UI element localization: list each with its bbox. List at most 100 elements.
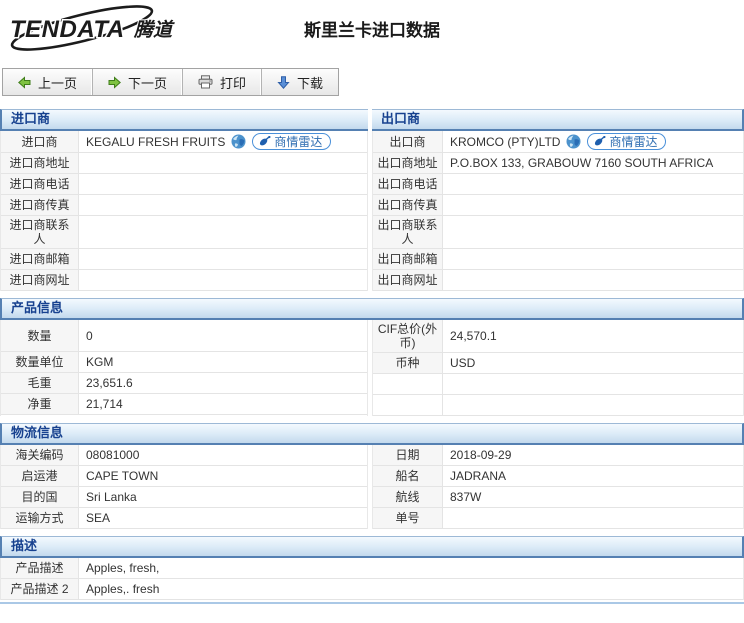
globe-icon[interactable] <box>231 134 246 149</box>
field-value: 08081000 <box>86 448 140 462</box>
field-value <box>79 174 367 194</box>
field-value <box>443 270 743 290</box>
field-value: Apples, fresh, <box>86 561 160 575</box>
table-row: 目的国 Sri Lanka <box>1 487 367 508</box>
page-title: 斯里兰卡进口数据 <box>304 21 440 40</box>
field-label: 海关编码 <box>1 445 79 465</box>
download-label: 下载 <box>297 75 324 91</box>
field-value: 2018-09-29 <box>450 448 512 462</box>
field-label: 净重 <box>1 394 79 414</box>
table-row: 出口商 KROMCO (PTY)LTD 商情雷达 <box>373 131 743 153</box>
table-row: 数量单位 KGM <box>1 352 367 373</box>
field-value <box>443 395 743 415</box>
field-value: KROMCO (PTY)LTD 商情雷达 <box>443 131 743 152</box>
field-value <box>443 174 743 194</box>
field-label <box>373 395 443 415</box>
logistics-section-header: 物流信息 <box>0 423 744 445</box>
prev-page-button[interactable]: 上一页 <box>3 69 94 95</box>
table-row: 出口商邮箱 <box>373 249 743 270</box>
table-row: 日期 2018-09-29 <box>373 445 743 466</box>
table-row: 进口商联系人 <box>1 216 367 249</box>
field-label: 数量单位 <box>1 352 79 372</box>
arrow-down-icon <box>277 75 290 89</box>
table-row: 单号 <box>373 508 743 529</box>
table-row: 进口商传真 <box>1 195 367 216</box>
print-button[interactable]: 打印 <box>183 69 263 95</box>
field-value <box>79 216 367 248</box>
table-row: 毛重 23,651.6 <box>1 373 367 394</box>
exporter-panel: 出口商 出口商 KROMCO (PTY)LTD 商情雷达 出口商地址 P.O.B… <box>372 109 744 291</box>
field-value: P.O.BOX 133, GRABOUW 7160 SOUTH AFRICA <box>450 156 714 170</box>
field-label: 出口商邮箱 <box>373 249 443 269</box>
table-row: 航线 837W <box>373 487 743 508</box>
table-row: CIF总价(外币) 24,570.1 <box>373 320 743 353</box>
field-value: JADRANA <box>450 469 507 483</box>
exporter-section-header: 出口商 <box>372 109 744 131</box>
table-row <box>373 374 743 395</box>
table-row: 进口商网址 <box>1 270 367 291</box>
radar-badge-label: 商情雷达 <box>274 134 323 149</box>
table-row: 产品描述 2 Apples,. fresh <box>1 579 743 600</box>
field-label: 出口商联系人 <box>373 216 443 248</box>
field-value: 23,651.6 <box>86 376 133 390</box>
radar-badge-label: 商情雷达 <box>609 134 658 149</box>
field-value: 24,570.1 <box>450 329 497 343</box>
field-label: 单号 <box>373 508 443 528</box>
field-value: Apples,. fresh <box>86 582 160 596</box>
table-row: 船名 JADRANA <box>373 466 743 487</box>
field-label: 目的国 <box>1 487 79 507</box>
product-section-header: 产品信息 <box>0 298 744 320</box>
field-label: 船名 <box>373 466 443 486</box>
field-label: 出口商传真 <box>373 195 443 215</box>
radar-dish-icon <box>595 136 606 146</box>
product-table-right: CIF总价(外币) 24,570.1 币种 USD <box>372 320 744 416</box>
field-value: SEA <box>86 511 111 525</box>
table-row: 数量 0 <box>1 320 367 352</box>
field-label: 进口商电话 <box>1 174 79 194</box>
section-parties: 进口商 进口商 KEGALU FRESH FRUITS 商情雷达 进口商地址 进… <box>0 109 744 291</box>
exporter-name-text: KROMCO (PTY)LTD <box>450 134 561 149</box>
field-value: Sri Lanka <box>86 490 137 504</box>
table-row <box>373 395 743 416</box>
next-page-button[interactable]: 下一页 <box>93 69 184 95</box>
table-row: 出口商联系人 <box>373 216 743 249</box>
field-value <box>443 216 743 248</box>
importer-name-text: KEGALU FRESH FRUITS <box>86 134 226 149</box>
radar-badge[interactable]: 商情雷达 <box>252 133 332 150</box>
table-row: 进口商电话 <box>1 174 367 195</box>
importer-panel: 进口商 进口商 KEGALU FRESH FRUITS 商情雷达 进口商地址 进… <box>0 109 368 291</box>
globe-icon[interactable] <box>566 134 581 149</box>
field-value <box>79 195 367 215</box>
arrow-right-icon <box>108 75 121 89</box>
field-label: CIF总价(外币) <box>373 320 443 352</box>
field-label: 出口商 <box>373 131 443 152</box>
radar-badge[interactable]: 商情雷达 <box>587 133 667 150</box>
table-row: 运输方式 SEA <box>1 508 367 529</box>
table-row: 进口商邮箱 <box>1 249 367 270</box>
next-page-label: 下一页 <box>128 75 168 91</box>
section-description: 描述 产品描述 Apples, fresh, 产品描述 2 Apples,. f… <box>0 536 744 600</box>
download-button[interactable]: 下载 <box>262 69 338 95</box>
top-bar: TENDATA 腾道 斯里兰卡进口数据 <box>0 0 744 58</box>
table-row: 净重 21,714 <box>1 394 367 415</box>
field-value: USD <box>450 356 476 370</box>
section-logistics: 物流信息 海关编码 08081000 启运港 CAPE TOWN 目的国 Sri… <box>0 423 744 529</box>
field-value: CAPE TOWN <box>86 469 159 483</box>
logistics-table-left: 海关编码 08081000 启运港 CAPE TOWN 目的国 Sri Lank… <box>0 445 368 529</box>
field-label: 数量 <box>1 320 79 351</box>
logistics-table-right: 日期 2018-09-29 船名 JADRANA 航线 837W 单号 <box>372 445 744 529</box>
field-label: 进口商邮箱 <box>1 249 79 269</box>
field-label: 航线 <box>373 487 443 507</box>
field-value <box>443 249 743 269</box>
table-row: 海关编码 08081000 <box>1 445 367 466</box>
table-row: 出口商网址 <box>373 270 743 291</box>
field-value <box>443 195 743 215</box>
field-value: KGM <box>86 355 114 369</box>
radar-dish-icon <box>260 136 271 146</box>
prev-page-label: 上一页 <box>38 75 78 91</box>
field-value: 21,714 <box>86 397 123 411</box>
arrow-left-icon <box>18 75 31 89</box>
table-row: 币种 USD <box>373 353 743 374</box>
description-table: 产品描述 Apples, fresh, 产品描述 2 Apples,. fres… <box>0 558 744 600</box>
table-row: 进口商地址 <box>1 153 367 174</box>
